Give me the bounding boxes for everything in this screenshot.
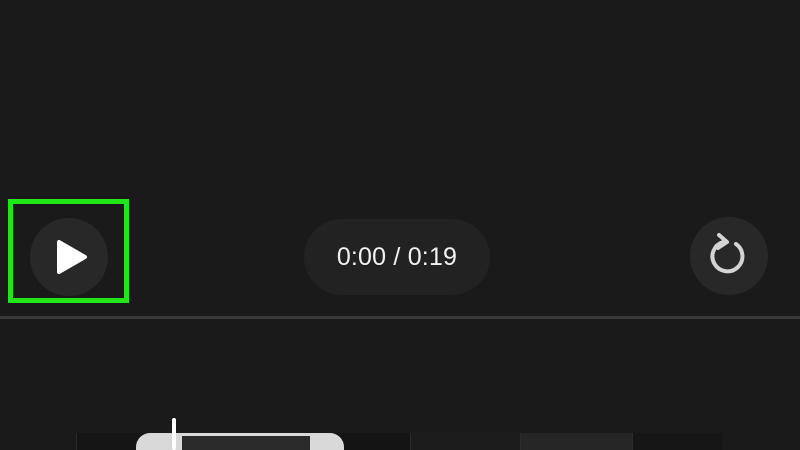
- trim-selection: [182, 436, 310, 450]
- video-preview: [0, 0, 800, 200]
- replay-button[interactable]: [690, 217, 768, 295]
- timeline-frame: [520, 433, 632, 450]
- timeline-frame: [632, 433, 722, 450]
- highlight-box: [8, 199, 129, 303]
- playhead[interactable]: [172, 418, 176, 450]
- video-editor-screen: 0:00 / 0:19: [0, 0, 800, 450]
- replay-icon: [710, 233, 745, 274]
- divider: [0, 316, 800, 319]
- trim-handle[interactable]: [136, 433, 344, 450]
- time-display: 0:00 / 0:19: [304, 219, 490, 295]
- timeline-frame: [410, 433, 520, 450]
